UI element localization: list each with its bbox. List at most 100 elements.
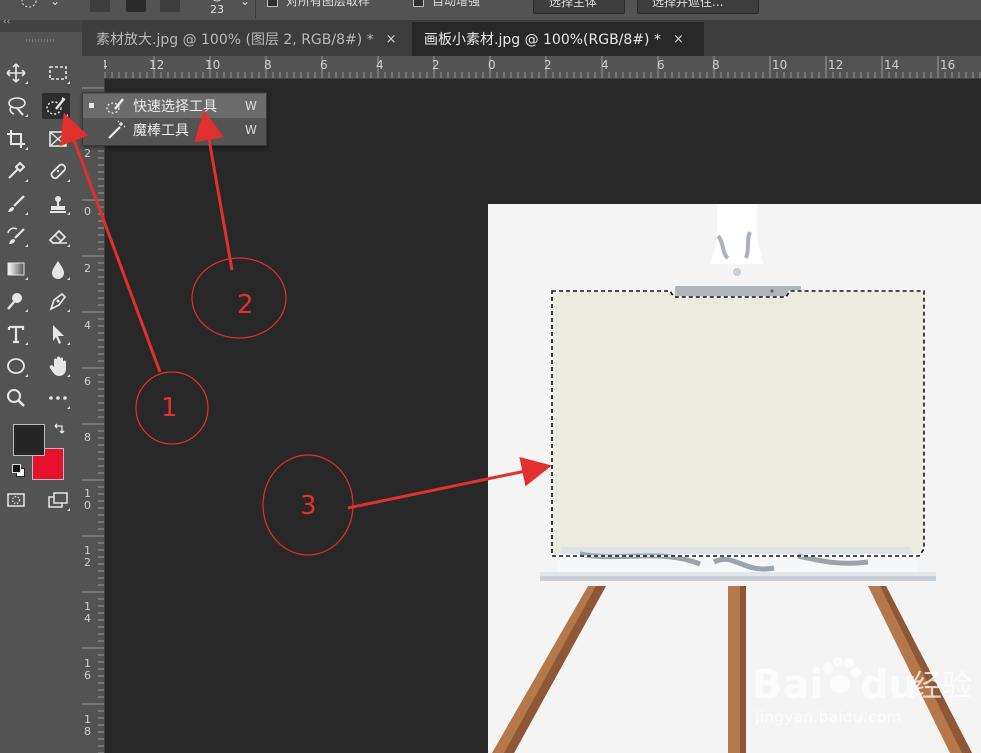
ellipse-tool[interactable] bbox=[2, 353, 30, 379]
dodge-icon bbox=[7, 293, 22, 310]
gradient-icon bbox=[7, 262, 25, 276]
eraser-icon bbox=[48, 229, 67, 244]
new-selection-mode-icon[interactable] bbox=[90, 0, 110, 12]
swap-colors-icon[interactable] bbox=[52, 422, 66, 436]
annotation-number-3: 3 bbox=[300, 491, 317, 521]
quick-selection-preset-icon[interactable] bbox=[20, 0, 40, 10]
flyout-indicator bbox=[65, 114, 68, 117]
history-brush-tool[interactable] bbox=[2, 223, 30, 249]
screen-mode-button[interactable] bbox=[44, 487, 72, 513]
move-icon bbox=[6, 63, 26, 83]
document-tab-bar: 素材放大.jpg @ 100% (图层 2, RGB/8#) * × 画板小素材… bbox=[82, 20, 981, 56]
sample-all-layers-label: 对所有图层取样 bbox=[286, 0, 371, 8]
move-tool[interactable] bbox=[2, 60, 30, 86]
dodge-tool[interactable] bbox=[2, 288, 30, 314]
flyout-indicator bbox=[25, 244, 28, 247]
clone-stamp-tool[interactable] bbox=[44, 191, 72, 217]
menu-item-quick-selection[interactable]: 快速选择工具 W bbox=[83, 94, 266, 118]
foreground-color-swatch[interactable] bbox=[13, 424, 45, 456]
selected-bullet-icon bbox=[89, 103, 94, 108]
close-icon[interactable]: × bbox=[673, 32, 684, 47]
svg-text:经验: 经验 bbox=[912, 669, 972, 704]
horizontal-ruler[interactable]: 4 12 10 8 6 4 2 0 2 4 6 8 10 12 14 16 bbox=[82, 56, 981, 79]
flyout-indicator bbox=[67, 277, 70, 280]
flyout-indicator bbox=[25, 309, 28, 312]
preset-dropdown-arrow[interactable]: ⌄ bbox=[50, 0, 60, 8]
quick-selection-tool[interactable] bbox=[42, 93, 70, 119]
frame-tool[interactable] bbox=[44, 126, 72, 152]
quick-mask-button[interactable] bbox=[2, 487, 30, 513]
type-tool[interactable] bbox=[2, 321, 30, 347]
ruler-label: 0 bbox=[84, 205, 91, 218]
toolbox-header[interactable]: ‹‹ bbox=[0, 17, 82, 32]
flyout-indicator bbox=[67, 81, 70, 84]
blur-tool[interactable] bbox=[44, 256, 72, 282]
tool-flyout-menu: 快速选择工具 W 魔棒工具 W bbox=[82, 92, 267, 146]
hand-icon bbox=[49, 356, 66, 376]
gradient-tool[interactable] bbox=[2, 256, 30, 282]
flyout-indicator bbox=[25, 81, 28, 84]
tab-document-1[interactable]: 素材放大.jpg @ 100% (图层 2, RGB/8#) * × bbox=[88, 22, 418, 56]
auto-enhance-checkbox[interactable] bbox=[413, 0, 424, 7]
ruler-origin[interactable] bbox=[82, 56, 104, 78]
marquee-tool[interactable] bbox=[44, 60, 72, 86]
ruler-label: 16 bbox=[940, 58, 956, 72]
brush-tool[interactable] bbox=[2, 191, 30, 217]
eraser-tool[interactable] bbox=[44, 223, 72, 249]
vertical-ruler[interactable]: 2 0 2 4 6 8 1 0 1 2 1 4 1 6 1 8 bbox=[82, 78, 105, 753]
vertical-ruler-ticks bbox=[82, 87, 104, 753]
add-to-selection-mode-icon[interactable] bbox=[126, 0, 146, 12]
zoom-tool[interactable] bbox=[2, 385, 30, 411]
shortcut-key: W bbox=[245, 123, 257, 137]
flyout-indicator bbox=[25, 147, 28, 150]
ruler-label: 1 0 bbox=[84, 487, 91, 512]
select-subject-label: 选择主体 bbox=[549, 0, 598, 9]
select-subject-button[interactable]: 选择主体 bbox=[533, 0, 625, 14]
marquee-icon bbox=[49, 66, 67, 80]
flyout-indicator bbox=[67, 406, 70, 409]
close-icon[interactable]: × bbox=[386, 32, 397, 47]
menu-item-magic-wand[interactable]: 魔棒工具 W bbox=[83, 118, 266, 142]
brush-dropdown-arrow[interactable]: ⌄ bbox=[240, 0, 250, 8]
toolbox: ‹‹ bbox=[0, 17, 82, 753]
ruler-label: 4 bbox=[376, 58, 384, 72]
more-tools[interactable] bbox=[44, 385, 72, 411]
subtract-selection-mode-icon[interactable] bbox=[160, 0, 180, 12]
toolbox-grip[interactable] bbox=[26, 39, 56, 42]
tab-document-2[interactable]: 画板小素材.jpg @ 100%(RGB/8#) * × bbox=[412, 22, 704, 56]
ruler-label: 4 bbox=[84, 319, 91, 332]
more-icon bbox=[49, 396, 67, 400]
options-divider bbox=[255, 0, 256, 18]
flyout-indicator bbox=[25, 342, 28, 345]
sample-all-layers-checkbox[interactable] bbox=[267, 0, 278, 7]
ruler-label: 2 bbox=[84, 147, 91, 160]
path-selection-icon bbox=[53, 325, 64, 344]
flyout-indicator bbox=[67, 508, 70, 511]
zoom-icon bbox=[7, 389, 25, 407]
ruler-label: 8 bbox=[264, 58, 272, 72]
lasso-tool[interactable] bbox=[2, 93, 30, 119]
type-icon bbox=[7, 325, 25, 344]
ruler-label: 8 bbox=[84, 431, 91, 444]
select-and-mask-button[interactable]: 选择并遮住... bbox=[637, 0, 759, 14]
default-colors-icon[interactable] bbox=[12, 464, 25, 477]
path-selection-tool[interactable] bbox=[44, 321, 72, 347]
pen-tool[interactable] bbox=[44, 288, 72, 314]
flyout-indicator bbox=[25, 277, 28, 280]
quick-selection-icon bbox=[46, 97, 66, 115]
flyout-indicator bbox=[25, 212, 28, 215]
options-bar: ⌄ 23 ⌄ 对所有图层取样 自动增强 选择主体 选择并遮住... bbox=[0, 0, 981, 21]
eyedropper-tool[interactable] bbox=[2, 158, 30, 184]
flyout-indicator bbox=[67, 179, 70, 182]
ruler-label: 2 bbox=[544, 58, 552, 72]
screen-mode-icon bbox=[48, 492, 68, 508]
crop-tool[interactable] bbox=[2, 126, 30, 152]
svg-text:du: du bbox=[860, 662, 917, 708]
flyout-indicator bbox=[67, 309, 70, 312]
quick-selection-icon bbox=[106, 98, 124, 114]
healing-brush-tool[interactable] bbox=[44, 158, 72, 184]
hand-tool[interactable] bbox=[44, 353, 72, 379]
brush-size-value[interactable]: 23 bbox=[210, 3, 224, 16]
collapse-icon[interactable]: ‹‹ bbox=[3, 17, 10, 27]
flyout-indicator bbox=[25, 114, 28, 117]
